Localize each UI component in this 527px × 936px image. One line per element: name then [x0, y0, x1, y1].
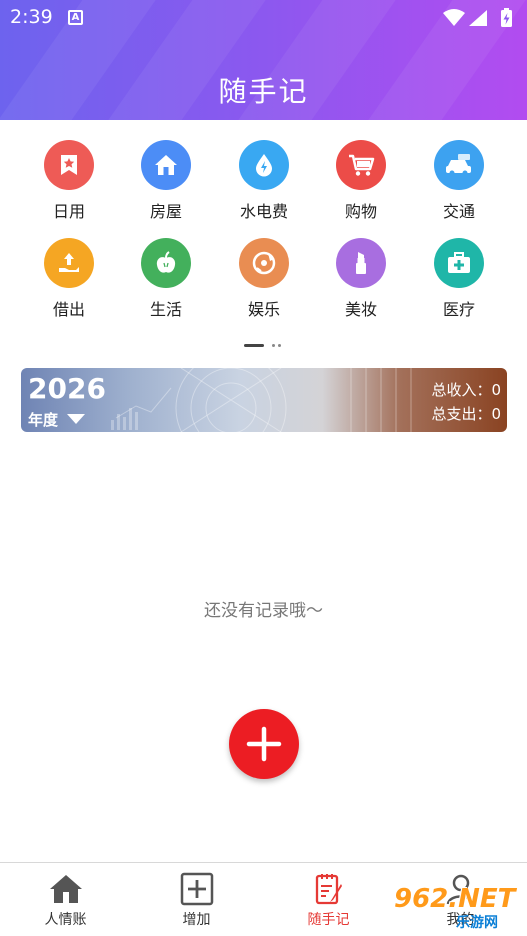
- category-label: 娱乐: [247, 300, 280, 319]
- caret-down-icon[interactable]: [67, 414, 85, 424]
- total-expense: 总支出：0: [431, 403, 501, 424]
- lend-icon: [44, 238, 94, 288]
- total-income-value: 0: [491, 381, 501, 399]
- category-life[interactable]: 生活: [117, 238, 215, 320]
- tab-label: 人情账: [44, 912, 87, 928]
- notebook-icon: [263, 871, 394, 907]
- category-traffic[interactable]: 交通: [410, 140, 508, 222]
- tab-favors[interactable]: 人情账: [0, 863, 131, 936]
- category-label: 水电费: [239, 202, 288, 221]
- tab-label: 增加: [182, 912, 211, 928]
- home-icon: [0, 871, 131, 907]
- category-label: 生活: [149, 300, 182, 319]
- status-bar: 2:39 A: [0, 0, 527, 36]
- daily-icon: [44, 140, 94, 190]
- watermark-subtext: 乐游网: [456, 915, 498, 931]
- utility-icon: [239, 140, 289, 190]
- category-label: 房屋: [149, 202, 182, 221]
- category-shopping[interactable]: 购物: [312, 140, 410, 222]
- category-label: 购物: [344, 202, 377, 221]
- category-house[interactable]: 房屋: [117, 140, 215, 222]
- apple-icon: [141, 238, 191, 288]
- site-watermark: 962.NET 乐游网: [390, 884, 525, 932]
- category-label: 借出: [52, 300, 85, 319]
- status-time: 2:39: [10, 6, 53, 28]
- car-icon: [434, 140, 484, 190]
- category-daily[interactable]: 日用: [20, 140, 118, 222]
- watermark-logo-text: 962.NET: [394, 884, 516, 914]
- category-makeup[interactable]: 美妆: [312, 238, 410, 320]
- total-expense-label: 总支出：: [431, 405, 492, 423]
- category-label: 医疗: [442, 300, 475, 319]
- lipstick-icon: [336, 238, 386, 288]
- category-utility[interactable]: 水电费: [215, 140, 313, 222]
- tab-add[interactable]: 增加: [131, 863, 262, 936]
- empty-state-text: 还没有记录哦～: [204, 601, 323, 621]
- notification-icon: A: [68, 10, 83, 25]
- page-indicator-dot: [272, 344, 275, 347]
- category-label: 日用: [52, 202, 85, 221]
- category-label: 交通: [442, 202, 475, 221]
- category-label: 美妆: [344, 300, 377, 319]
- tab-notes[interactable]: 随手记: [263, 863, 394, 936]
- plus-icon: [246, 726, 282, 762]
- category-medical[interactable]: 医疗: [410, 238, 508, 320]
- cart-icon: [336, 140, 386, 190]
- signal-icon: [469, 10, 487, 26]
- category-lend[interactable]: 借出: [20, 238, 118, 320]
- app-header: 2:39 A 随手记: [0, 0, 527, 120]
- page-indicator-active: [244, 344, 264, 347]
- entertainment-icon: [239, 238, 289, 288]
- total-expense-value: 0: [491, 405, 501, 423]
- add-square-icon: [131, 871, 262, 907]
- page-title: 随手记: [218, 75, 309, 108]
- year-unit-label: 年度: [28, 411, 59, 429]
- year-summary-banner[interactable]: 2026 年度 总收入：0 总支出：0: [21, 368, 507, 432]
- total-income-label: 总收入：: [431, 381, 492, 399]
- total-income: 总收入：0: [431, 379, 501, 400]
- wifi-icon: [443, 9, 465, 26]
- year-value: 2026: [28, 372, 106, 405]
- category-entertainment[interactable]: 娱乐: [215, 238, 313, 320]
- page-indicator-dot: [278, 344, 281, 347]
- tab-label: 随手记: [307, 912, 350, 928]
- medical-kit-icon: [434, 238, 484, 288]
- add-record-button[interactable]: [229, 709, 299, 779]
- house-icon: [141, 140, 191, 190]
- status-icons: [441, 7, 519, 33]
